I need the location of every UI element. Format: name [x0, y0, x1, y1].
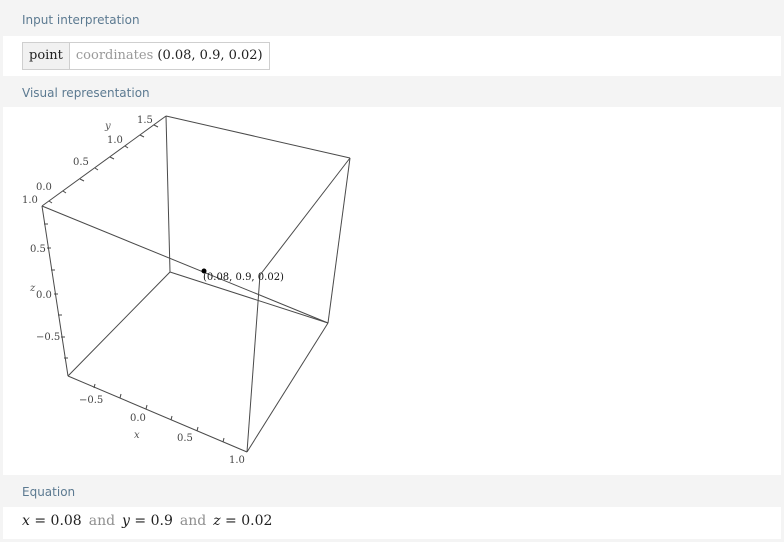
tick	[94, 167, 99, 171]
coordinates-value: (0.08, 0.9, 0.02)	[157, 48, 263, 63]
equation-body: x = 0.08 and y = 0.9 and z = 0.02	[3, 507, 781, 539]
eq-and-2: and	[179, 513, 207, 529]
z-tick-label: 0.0	[36, 290, 52, 301]
input-interpretation-body: point coordinates (0.08, 0.9, 0.02)	[3, 36, 781, 76]
box-edge	[246, 274, 261, 453]
y-tick-label: 0.5	[73, 157, 89, 168]
box-edge	[246, 322, 329, 453]
tick	[222, 437, 225, 443]
eq-z-var: z	[213, 513, 221, 529]
visual-representation-body: y 1.5 1.0 0.5 0.0 1.0 0.5 z 0.0 −0.5 −0.…	[3, 107, 781, 475]
tick	[119, 393, 122, 399]
z-tick-label: 0.5	[30, 244, 46, 255]
y-tick-label: 1.5	[137, 115, 153, 126]
x-tick-label: 0.5	[177, 433, 193, 444]
point-label: (0.08, 0.9, 0.02)	[203, 272, 284, 283]
box-edge	[41, 205, 329, 324]
pod-title-visual-representation: Visual representation	[3, 79, 781, 107]
tick	[196, 426, 199, 432]
box-edge	[67, 375, 248, 453]
z-tick-label: −0.5	[36, 332, 60, 343]
tick	[139, 134, 145, 138]
interpretation-value-cell: coordinates (0.08, 0.9, 0.02)	[69, 43, 269, 69]
z-axis-label: z	[29, 283, 36, 294]
coordinates-word: coordinates	[75, 48, 154, 63]
box-edge	[41, 115, 167, 207]
eq-y-rhs: = 0.9	[129, 513, 173, 529]
x-tick-label: 0.0	[130, 413, 146, 424]
tick	[62, 190, 67, 194]
interpretation-table: point coordinates (0.08, 0.9, 0.02)	[22, 42, 270, 70]
x-axis-label: x	[134, 430, 140, 441]
eq-and-1: and	[88, 513, 116, 529]
equation-row: x = 0.08 and y = 0.9 and z = 0.02	[22, 513, 272, 529]
z-tick-label: 1.0	[22, 195, 38, 206]
tick	[170, 415, 173, 421]
tick	[48, 200, 53, 204]
wolfram-result-page: Input interpretation point coordinates (…	[0, 0, 784, 542]
interpretation-type-cell: point	[23, 43, 70, 69]
tick	[109, 156, 115, 160]
eq-z-rhs: = 0.02	[220, 513, 273, 529]
box-edge	[165, 115, 351, 159]
x-tick-label: 1.0	[229, 455, 245, 466]
eq-x-var: x	[22, 513, 30, 529]
x-tick-label: −0.5	[79, 395, 103, 406]
ticks	[44, 124, 225, 443]
eq-x-rhs: = 0.08	[29, 513, 82, 529]
eq-y-var: y	[122, 513, 130, 529]
box-edge	[165, 115, 171, 273]
tick	[145, 404, 148, 410]
box-edge	[67, 271, 171, 377]
3d-plot[interactable]: y 1.5 1.0 0.5 0.0 1.0 0.5 z 0.0 −0.5 −0.…	[3, 107, 781, 475]
y-axis-label: y	[104, 121, 111, 132]
tick	[79, 178, 85, 182]
y-tick-label: 1.0	[107, 135, 123, 146]
tick	[153, 124, 159, 128]
y-tick-label: 0.0	[36, 182, 52, 193]
pod-title-equation: Equation	[3, 478, 781, 506]
tick	[124, 145, 129, 149]
pod-title-input-interpretation: Input interpretation	[3, 6, 781, 34]
